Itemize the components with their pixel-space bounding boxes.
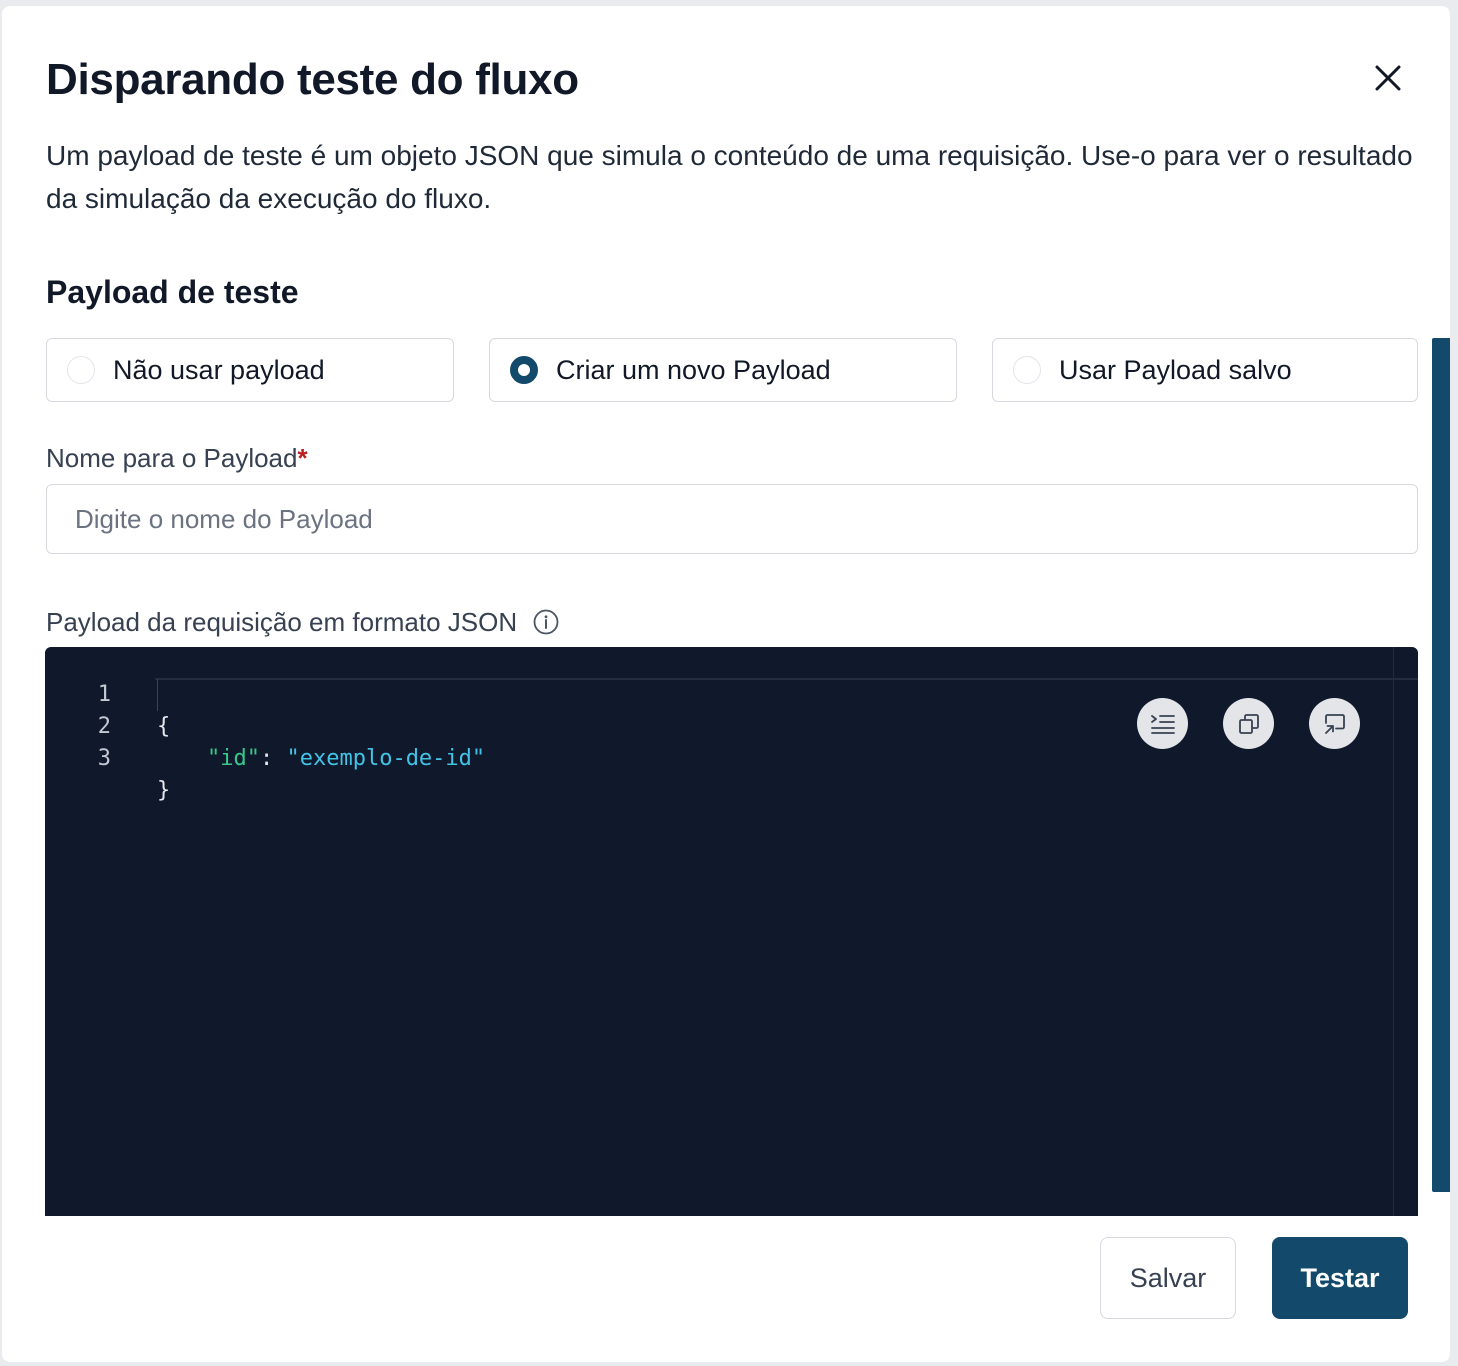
payload-name-label: Nome para o Payload* [46,442,308,474]
close-button[interactable] [1366,56,1410,100]
radio-option-label: Não usar payload [113,354,325,385]
copy-icon [1238,713,1259,734]
format-json-button[interactable] [1137,698,1188,749]
modal-description: Um payload de teste é um objeto JSON que… [46,140,1413,214]
radio-button-selected[interactable] [510,356,538,384]
modal-title: Disparando teste do fluxo [46,55,579,104]
line-number: 3 [97,746,111,771]
expand-editor-button[interactable] [1309,698,1360,749]
format-indent-icon [1150,714,1175,734]
scrollbar-thumb[interactable] [1432,338,1450,1192]
test-flow-modal: Disparando teste do fluxo Um payload de … [2,6,1450,1362]
json-colon: : [259,746,287,771]
close-icon [1375,65,1401,91]
code-text: "id": "exemplo-de-id" [207,743,485,775]
radio-button-unselected[interactable] [1013,356,1041,384]
radio-option-no-payload[interactable]: Não usar payload [46,338,454,402]
info-circle-icon[interactable] [533,609,559,635]
payload-name-label-text: Nome para o Payload [46,443,298,473]
json-key: "id" [207,746,260,771]
radio-option-new-payload[interactable]: Criar um novo Payload [489,338,957,402]
test-button[interactable]: Testar [1272,1237,1408,1319]
json-value: "exemplo-de-id" [286,746,486,771]
expand-icon [1324,713,1345,734]
code-text: { [157,714,171,739]
radio-option-saved-payload[interactable]: Usar Payload salvo [992,338,1418,402]
required-asterisk: * [297,443,308,473]
code-line-2: 2 "id": "exemplo-de-id" [45,679,485,771]
copy-json-button[interactable] [1223,698,1274,749]
code-text: } [157,778,171,803]
indent-guide [157,679,158,711]
json-payload-label: Payload da requisição em formato JSON [46,606,559,638]
radio-option-label: Usar Payload salvo [1059,354,1292,385]
code-line-1: 1 { [45,647,171,739]
json-code-editor[interactable]: 1 { 2 "id": "exemplo-de-id" 3 } [45,647,1418,1216]
payload-name-input[interactable] [46,484,1418,554]
editor-ruler [1393,647,1394,1216]
payload-section-title: Payload de teste [46,274,299,310]
radio-option-label: Criar um novo Payload [556,354,831,385]
radio-button-unselected[interactable] [67,356,95,384]
save-button[interactable]: Salvar [1100,1237,1236,1319]
active-line-highlight [155,647,1418,680]
code-line-3: 3 } [45,711,171,803]
json-payload-label-text: Payload da requisição em formato JSON [46,607,518,637]
